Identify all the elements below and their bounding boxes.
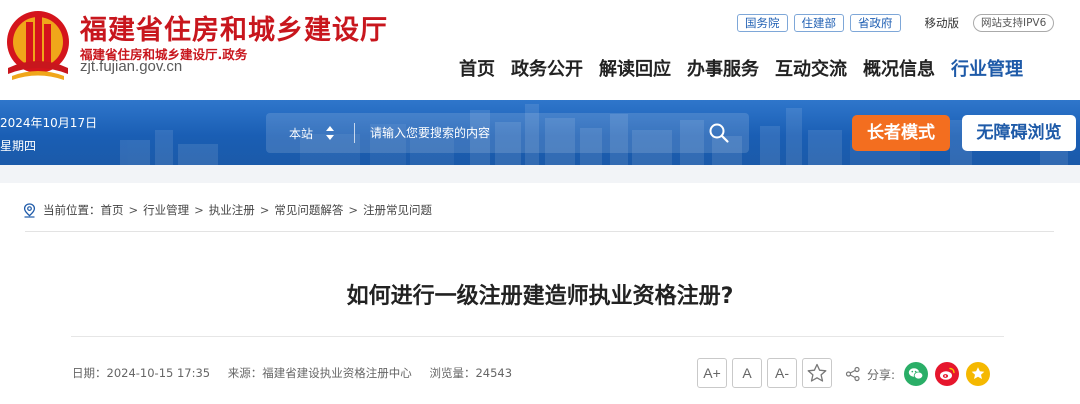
top-links: 国务院 住建部 省政府 移动版 网站支持IPV6 bbox=[737, 14, 1055, 32]
article-meta: 日期：2024-10-15 17:35 来源：福建省建设执业资格注册中心 浏览量… bbox=[72, 365, 526, 381]
breadcrumb-separator: > bbox=[348, 203, 359, 217]
font-default-button[interactable]: A bbox=[732, 358, 762, 388]
breadcrumb-divider bbox=[25, 231, 1054, 232]
sort-arrows-icon[interactable] bbox=[325, 123, 335, 143]
nav-home[interactable]: 首页 bbox=[459, 55, 495, 81]
search-box: 本站 bbox=[266, 113, 749, 153]
share-icon bbox=[845, 366, 860, 382]
article-date: 日期：2024-10-15 17:35 bbox=[72, 366, 211, 380]
article-views: 浏览量：24543 bbox=[429, 366, 513, 380]
breadcrumb-separator: > bbox=[194, 203, 204, 217]
search-input[interactable] bbox=[370, 122, 690, 144]
main-nav: 首页 政务公开 解读回应 办事服务 互动交流 概况信息 行业管理 bbox=[459, 55, 1023, 81]
breadcrumb-prefix: 当前位置： bbox=[43, 203, 101, 217]
site-name: 福建省住房和城乡建设厅 bbox=[80, 15, 388, 46]
breadcrumb-practice-registration[interactable]: 执业注册 bbox=[209, 202, 255, 218]
article-title: 如何进行一级注册建造师执业资格注册? bbox=[346, 284, 734, 309]
site-domain: zjt.fujian.gov.cn bbox=[80, 58, 183, 75]
search-scope-select[interactable]: 本站 bbox=[289, 125, 313, 142]
nav-interpretation[interactable]: 解读回应 bbox=[599, 55, 671, 81]
share-wechat-button[interactable] bbox=[904, 362, 929, 386]
share-label: 分享: bbox=[867, 367, 896, 382]
location-pin-icon bbox=[23, 202, 36, 218]
share-weibo-button[interactable] bbox=[935, 362, 960, 386]
weibo-icon bbox=[940, 367, 955, 380]
font-increase-button[interactable]: A+ bbox=[697, 358, 727, 388]
collect-star-button[interactable] bbox=[802, 358, 832, 388]
favorite-icon bbox=[971, 367, 985, 379]
breadcrumb-home[interactable]: 首页 bbox=[101, 202, 124, 218]
elder-mode-button[interactable]: 长者模式 bbox=[852, 115, 950, 151]
breadcrumb-faq[interactable]: 常见问题解答 bbox=[274, 202, 343, 218]
star-icon bbox=[807, 363, 827, 382]
top-link-zhujianbu[interactable]: 住建部 bbox=[793, 14, 844, 32]
search-icon[interactable] bbox=[708, 122, 730, 144]
breadcrumb-registration-faq[interactable]: 注册常见问题 bbox=[363, 202, 432, 218]
breadcrumb-separator: > bbox=[128, 203, 139, 217]
nav-services[interactable]: 办事服务 bbox=[687, 55, 759, 81]
article-card: 当前位置： 首页 > 行业管理 > 执业注册 > 常见问题解答 > 注册常见问题… bbox=[0, 183, 1080, 404]
search-divider bbox=[354, 123, 355, 143]
nav-gov-affairs[interactable]: 政务公开 bbox=[511, 55, 583, 81]
mobile-version-link[interactable]: 移动版 bbox=[925, 15, 960, 31]
top-link-shengzhengfu[interactable]: 省政府 bbox=[850, 14, 901, 32]
title-divider bbox=[71, 336, 1004, 337]
search-banner: 2024年10月17日 星期四 本站 长者模式 无障碍浏览 bbox=[0, 100, 1080, 165]
current-date: 2024年10月17日 bbox=[0, 116, 98, 130]
nav-industry-management[interactable]: 行业管理 bbox=[951, 55, 1023, 81]
ipv6-badge: 网站支持IPV6 bbox=[973, 14, 1055, 32]
font-size-controls: A+ A A- bbox=[697, 358, 837, 388]
nav-overview[interactable]: 概况信息 bbox=[863, 55, 935, 81]
share-bar: 分享: bbox=[845, 362, 997, 386]
breadcrumb: 当前位置： 首页 > 行业管理 > 执业注册 > 常见问题解答 > 注册常见问题 bbox=[23, 202, 432, 218]
site-header: 福建省住房和城乡建设厅 福建省住房和城乡建设厅.政务 zjt.fujian.go… bbox=[0, 0, 1080, 100]
breadcrumb-industry-management[interactable]: 行业管理 bbox=[143, 202, 189, 218]
accessibility-button[interactable]: 无障碍浏览 bbox=[962, 115, 1076, 151]
emblem-logo[interactable] bbox=[4, 8, 72, 82]
font-decrease-button[interactable]: A- bbox=[767, 358, 797, 388]
current-weekday: 星期四 bbox=[0, 139, 37, 153]
share-favorite-button[interactable] bbox=[966, 362, 991, 386]
top-link-guowuyuan[interactable]: 国务院 bbox=[737, 14, 788, 32]
nav-interaction[interactable]: 互动交流 bbox=[775, 55, 847, 81]
breadcrumb-separator: > bbox=[259, 203, 270, 217]
wechat-icon bbox=[908, 368, 924, 380]
article-source: 来源：福建省建设执业资格注册中心 bbox=[227, 366, 412, 380]
